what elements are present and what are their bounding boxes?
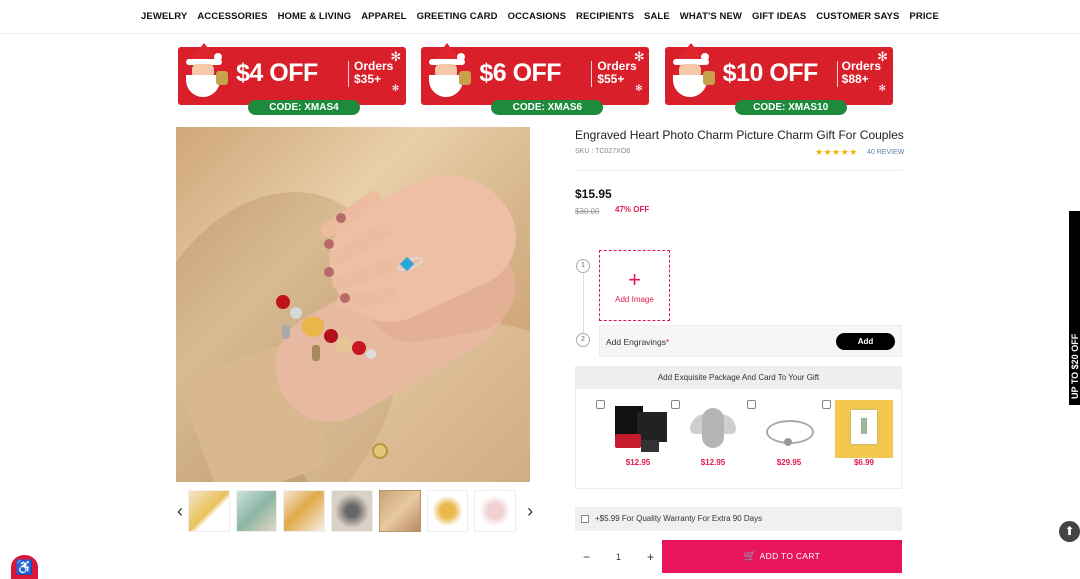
product-price: $15.95: [575, 187, 612, 201]
package-heading: Add Exquisite Package And Card To Your G…: [575, 366, 902, 389]
star-rating-icon: ★★★★★: [815, 147, 858, 157]
gift-box-image: [609, 400, 667, 458]
package-checkbox[interactable]: [822, 400, 831, 409]
decrease-button[interactable]: −: [583, 550, 590, 564]
increase-button[interactable]: +: [647, 550, 654, 564]
add-to-cart-label: ADD TO CART: [759, 551, 821, 561]
side-promo-tab[interactable]: UP TO $20 OFF: [1069, 211, 1080, 405]
banner-orders: Orders $55+: [597, 59, 637, 86]
accessibility-icon[interactable]: ♿: [11, 555, 38, 579]
bracelet-charms: [272, 287, 382, 382]
prev-arrow-icon[interactable]: ‹: [172, 501, 188, 522]
snowflake-icon: ✻: [877, 49, 888, 64]
banner-orders: Orders $88+: [841, 59, 882, 86]
banner-divider: [348, 61, 349, 87]
package-checkbox[interactable]: [747, 400, 756, 409]
shirt-button: [372, 443, 388, 459]
plus-icon: +: [628, 267, 641, 292]
banner-divider: [836, 61, 838, 87]
package-checkbox[interactable]: [596, 400, 605, 409]
santa-icon: [423, 43, 472, 107]
warranty-checkbox[interactable]: [581, 515, 589, 523]
greeting-card-image: [835, 400, 893, 458]
add-engraving-button[interactable]: Add: [836, 333, 895, 350]
thumbnail[interactable]: [187, 490, 230, 532]
thumbnail[interactable]: [426, 490, 469, 532]
thumbnail[interactable]: [331, 490, 373, 532]
package-price: $12.95: [625, 458, 651, 467]
step-1-badge: 1: [576, 259, 590, 273]
next-arrow-icon[interactable]: ›: [522, 501, 538, 522]
banner-orders: Orders $35+: [354, 59, 394, 86]
nav-price[interactable]: PRICE: [909, 11, 939, 22]
thumbnail-active[interactable]: [378, 490, 421, 532]
thumbnail[interactable]: [474, 490, 517, 532]
promo-banners: $4 OFF Orders $35+ ✻ ✻ CODE: XMAS4 $6 OFF…: [178, 43, 893, 117]
product-old-price: $30.00: [575, 207, 600, 216]
promo-banner-10[interactable]: $10 OFF Orders $88+ ✻ ✻ CODE: XMAS10: [664, 43, 893, 115]
package-item-bracelet: $29.95: [747, 398, 817, 478]
package-price: $12.95: [700, 458, 726, 467]
santa-icon: [667, 43, 715, 107]
nav-jewelry[interactable]: JEWELRY: [141, 11, 187, 22]
promo-banner-6[interactable]: $6 OFF Orders $55+ ✻ ✻ CODE: XMAS6: [421, 43, 650, 115]
snowflake-icon: ✻: [633, 49, 645, 64]
review-link[interactable]: 40 REVIEW: [867, 149, 904, 156]
cart-icon: 🛒: [743, 551, 757, 562]
banner-code: CODE: XMAS10: [734, 100, 847, 115]
thumbnail[interactable]: [235, 490, 278, 532]
nav-customer-says[interactable]: CUSTOMER SAYS: [816, 11, 899, 22]
warranty-option: +$5.99 For Quality Warranty For Extra 90…: [575, 507, 902, 531]
banner-amount: $10 OFF: [722, 59, 819, 87]
package-checkbox[interactable]: [671, 400, 680, 409]
package-options: $12.95 $12.95 $29.95 $6.99: [575, 389, 902, 489]
warranty-label: +$5.99 For Quality Warranty For Extra 90…: [595, 514, 763, 523]
promo-banner-4[interactable]: $4 OFF Orders $35+ ✻ ✻ CODE: XMAS4: [178, 43, 406, 115]
nav-home-living[interactable]: HOME & LIVING: [278, 11, 352, 22]
top-nav: JEWELRY ACCESSORIES HOME & LIVING APPARE…: [0, 0, 1080, 34]
product-title: Engraved Heart Photo Charm Picture Charm…: [575, 128, 904, 142]
package-item-gift-box: $12.95: [596, 398, 667, 478]
product-main-image[interactable]: [176, 127, 530, 482]
package-price: $6.99: [853, 458, 875, 467]
nav-accessories[interactable]: ACCESSORIES: [197, 11, 267, 22]
nav-gift-ideas[interactable]: GIFT IDEAS: [752, 11, 806, 22]
bracelet-image: [760, 400, 818, 458]
snowflake-icon: ✻: [390, 49, 402, 64]
engravings-label: Add Engravings*: [606, 337, 670, 347]
snowflake-icon: ✻: [878, 83, 886, 93]
santa-icon: [180, 43, 228, 107]
step-2-badge: 2: [576, 333, 590, 347]
quantity-value[interactable]: 1: [616, 552, 621, 562]
quantity-stepper: − 1 +: [575, 540, 662, 573]
angel-charm-image: [684, 400, 742, 458]
add-to-cart-button[interactable]: 🛒 ADD TO CART: [662, 540, 902, 573]
package-item-angel-charm: $12.95: [671, 398, 741, 478]
package-item-card: $6.99: [822, 398, 893, 478]
nav-apparel[interactable]: APPAREL: [361, 11, 406, 22]
nav-greeting-card[interactable]: GREETING CARD: [417, 11, 498, 22]
package-price: $29.95: [776, 458, 802, 467]
engravings-row: Add Engravings* Add: [599, 325, 902, 357]
add-image-label: Add Image: [615, 295, 654, 304]
add-image-button[interactable]: + Add Image: [599, 250, 670, 321]
banner-divider: [591, 61, 593, 87]
divider: [575, 170, 902, 171]
thumbnail-strip: ‹ ›: [172, 487, 538, 535]
banner-amount: $6 OFF: [479, 59, 562, 87]
thumbnail[interactable]: [283, 490, 326, 532]
banner-code: CODE: XMAS4: [248, 100, 360, 115]
snowflake-icon: ✻: [391, 83, 400, 93]
nav-whats-new[interactable]: WHAT'S NEW: [680, 11, 742, 22]
product-sku: SKU : TC027XO8: [575, 148, 631, 155]
nav-occasions[interactable]: OCCASIONS: [508, 11, 566, 22]
snowflake-icon: ✻: [635, 83, 643, 93]
nav-sale[interactable]: SALE: [644, 11, 670, 22]
banner-code: CODE: XMAS6: [491, 100, 604, 115]
back-to-top-icon[interactable]: ⬆: [1059, 521, 1080, 542]
nav-recipients[interactable]: RECIPIENTS: [576, 11, 634, 22]
banner-amount: $4 OFF: [236, 59, 318, 87]
discount-badge: 47% OFF: [615, 205, 650, 214]
step-line: [583, 273, 584, 333]
